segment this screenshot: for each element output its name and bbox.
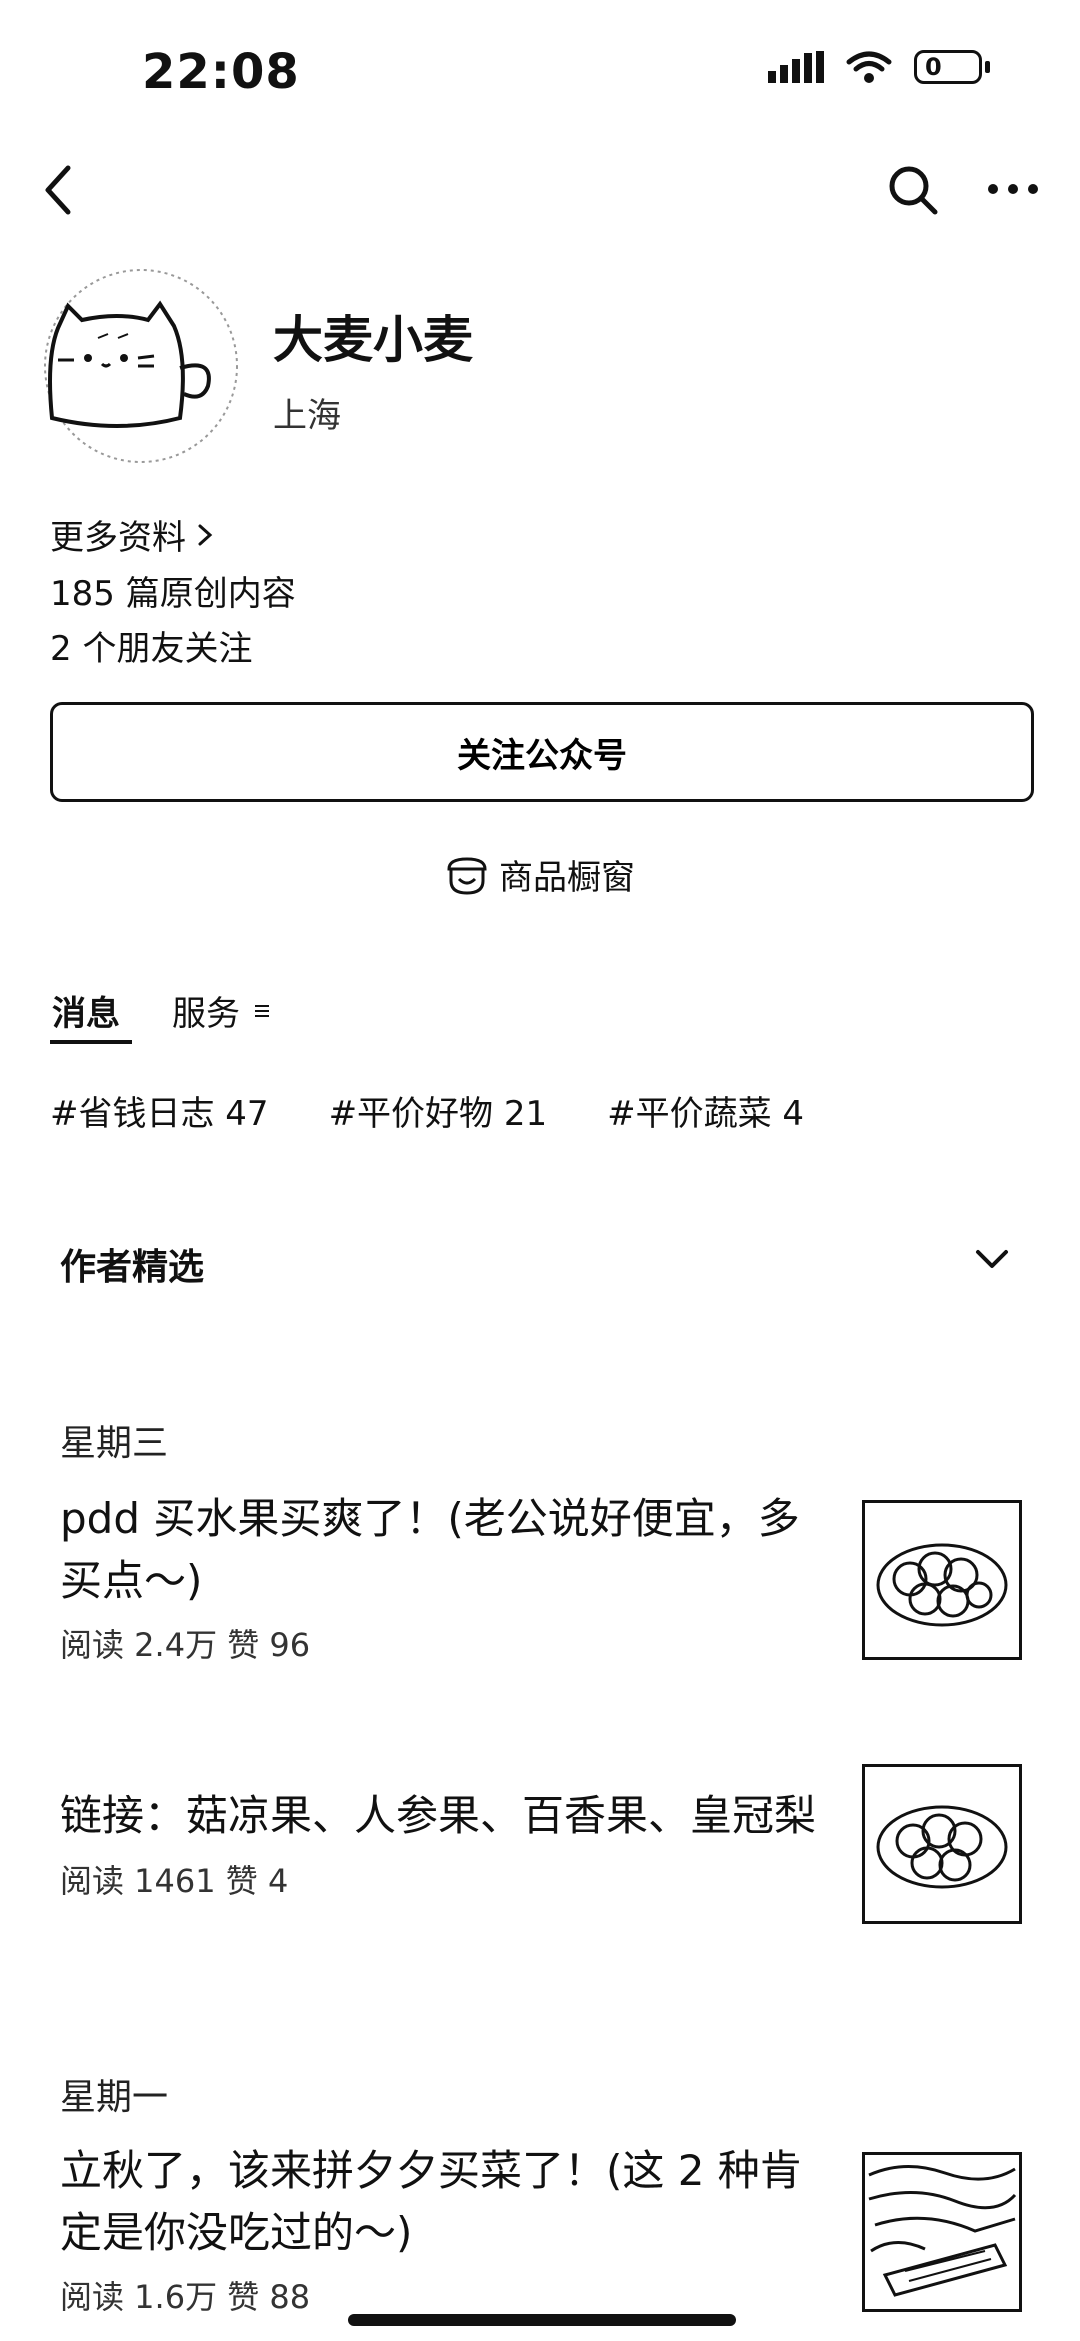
profile-name: 大麦小麦 [273,311,473,369]
shop-window-label: 商品橱窗 [499,858,635,898]
tab-messages[interactable]: 消息 [52,986,120,1035]
shop-window-link[interactable]: 商品橱窗 [0,850,1080,899]
featured-header[interactable]: 作者精选 [60,1238,204,1290]
status-icons: 0 [768,50,990,84]
more-info-label: 更多资料 [50,518,186,558]
follow-button[interactable]: 关注公众号 [50,702,1034,802]
vegetables-image [868,2164,1017,2297]
article-thumbnail[interactable] [862,1764,1022,1924]
profile-location: 上海 [273,396,341,436]
battery-level: 0 [914,50,982,84]
chevron-down-icon[interactable] [972,1240,1012,1280]
back-icon[interactable] [38,162,78,218]
more-icon[interactable] [985,174,1041,204]
feed-day-label: 星期一 [60,2077,169,2118]
signal-icon [768,51,824,83]
article-meta: 阅读 1.6万 赞 88 [60,2278,311,2316]
tab-active-indicator [50,1040,132,1044]
avatar[interactable] [38,268,244,464]
tag-list: #省钱日志 47 #平价好物 21 #平价蔬菜 4 [50,1086,864,1135]
article-thumbnail[interactable] [862,1500,1022,1660]
menu-icon [255,1004,269,1017]
friends-follow: 2 个朋友关注 [50,629,253,669]
tag-chip[interactable]: #平价好物 21 [329,1086,548,1135]
tab-services-label: 服务 [172,994,240,1034]
chevron-right-icon [198,524,213,545]
feed-day-label: 星期三 [60,1423,169,1464]
battery-icon: 0 [914,50,990,84]
article-meta: 阅读 1461 赞 4 [60,1862,289,1900]
tab-services[interactable]: 服务 [172,986,270,1035]
home-indicator[interactable] [348,2314,736,2326]
fruit-bowl-image [876,1543,1008,1627]
article-title[interactable]: 链接：菇凉果、人参果、百香果、皇冠梨 [60,1785,840,1847]
article-thumbnail[interactable] [862,2152,1022,2312]
tag-chip[interactable]: #平价蔬菜 4 [607,1086,804,1135]
status-time: 22:08 [142,44,300,100]
articles-count: 185 篇原创内容 [50,574,296,614]
article-title[interactable]: pdd 买水果买爽了！(老公说好便宜，多买点～) [60,1488,840,1612]
wifi-icon [846,51,892,83]
shop-icon [447,856,487,895]
tag-chip[interactable]: #省钱日志 47 [50,1086,269,1135]
more-info-link[interactable]: 更多资料 [50,510,214,559]
article-title[interactable]: 立秋了，该来拼夕夕买菜了！(这 2 种肯定是你没吃过的～) [60,2140,840,2264]
article-meta: 阅读 2.4万 赞 96 [60,1626,311,1664]
search-icon[interactable] [885,162,941,218]
fruit-bowl-image [876,1805,1008,1889]
